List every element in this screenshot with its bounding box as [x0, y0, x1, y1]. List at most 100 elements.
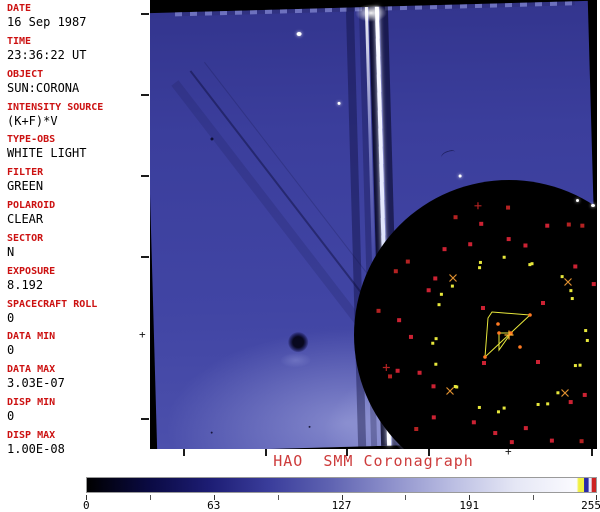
field-value: 3.03E-07: [7, 376, 65, 391]
red-ring-mid-dot: [545, 223, 550, 228]
red-ring-mid-dot: [549, 438, 554, 443]
yellow-ring-dot: [434, 337, 438, 341]
yellow-ring-dot: [556, 391, 560, 395]
intensity-colorbar: [86, 477, 597, 493]
yellow-ring-dot: [437, 303, 441, 307]
red-ring-mid-dot: [479, 221, 484, 226]
red-ring-inner-dot: [506, 237, 511, 242]
field-label: OBJECT: [7, 68, 44, 80]
field-object: OBJECT SUN:CORONA: [0, 68, 148, 101]
red-ring-outer-dot: [580, 223, 585, 228]
colorbar-minor-tick: [149, 495, 151, 500]
colorbar-minor-tick: [533, 495, 535, 500]
yellow-ring-dot: [502, 406, 506, 410]
metadata-sidebar: DATE 16 Sep 1987 TIME 23:36:22 UT OBJECT SUN:…: [0, 0, 148, 462]
polygon-vertex-dot: [497, 331, 501, 335]
colorbar-tick-label: 255: [581, 499, 600, 512]
red-ring-inner-dot: [523, 426, 528, 431]
diagonal-x-marker: [449, 274, 457, 282]
colorbar-tick-label: 63: [207, 499, 221, 512]
yellow-ring-dot: [585, 338, 589, 342]
yellow-ring-dot: [439, 292, 443, 296]
field-exposure: EXPOSURE 8.192: [0, 265, 148, 298]
left-axis-tick: [141, 13, 149, 15]
field-label: DISP MAX: [7, 429, 56, 441]
polygon-vertex-dot: [528, 313, 532, 317]
field-date: DATE 16 Sep 1987: [0, 2, 148, 35]
field-value: 23:36:22 UT: [7, 47, 87, 62]
field-label: DATA MIN: [7, 331, 56, 343]
field-spacecraft-roll: SPACECRAFT ROLL 0: [0, 298, 148, 331]
yellow-ring-dot: [496, 410, 500, 414]
left-axis-tick: [141, 418, 149, 420]
red-ring-outer-plus-marker: [474, 202, 482, 210]
field-label: INTENSITY SOURCE: [7, 101, 104, 113]
field-sector: SECTOR N: [0, 232, 148, 265]
field-value: 0: [7, 343, 15, 358]
colorbar-minor-tick: [277, 495, 279, 500]
yellow-ring-dot: [578, 363, 582, 367]
field-data-max: DATA MAX 3.03E-07: [0, 363, 148, 396]
field-label: DATE: [7, 3, 32, 14]
red-ring-outer-dot: [405, 259, 410, 264]
red-ring-inner-dot: [591, 282, 596, 287]
polygon-vertex-dot: [509, 331, 513, 335]
diagonal-x-marker: [446, 387, 454, 395]
inner-red-dot: [541, 301, 545, 305]
inner-red-dot: [482, 361, 486, 365]
field-value: GREEN: [7, 179, 44, 194]
annotation-overlay: [376, 202, 596, 445]
field-value: 8.192: [7, 277, 44, 292]
field-value: (K+F)*V: [7, 113, 58, 128]
yellow-ring-dot: [450, 284, 454, 288]
field-filter: FILTER GREEN: [0, 166, 148, 199]
colorbar-minor-tick: [405, 495, 407, 500]
field-label: EXPOSURE: [7, 265, 56, 277]
red-ring-mid-dot: [395, 368, 400, 373]
red-ring-inner-dot: [417, 370, 422, 375]
polygon-vertex-dot: [518, 345, 522, 349]
red-ring-outer-plus-marker: [382, 364, 390, 371]
diagonal-x-marker: [561, 389, 569, 397]
field-label: SPACECRAFT ROLL: [7, 298, 98, 310]
colorbar-tick-label: 0: [83, 499, 90, 512]
red-ring-outer-dot: [453, 215, 458, 220]
red-ring-inner-dot: [573, 264, 578, 269]
field-data-min: DATA MIN 0: [0, 330, 148, 363]
field-label: TIME: [7, 35, 32, 47]
yellow-ring-dot: [478, 260, 482, 264]
field-label: DISP MIN: [7, 397, 56, 409]
yellow-ring-dot: [530, 262, 534, 266]
red-ring-inner-dot: [493, 431, 498, 436]
red-ring-inner-dot: [431, 384, 436, 389]
red-ring-inner-dot: [471, 420, 476, 425]
field-intensity-source: INTENSITY SOURCE (K+F)*V: [0, 101, 148, 134]
field-value: CLEAR: [7, 212, 44, 227]
red-ring-mid-dot: [442, 247, 447, 252]
field-value: 0: [7, 310, 15, 325]
yellow-ring-dot: [502, 255, 506, 259]
field-type-obs: TYPE-OBS WHITE LIGHT: [0, 133, 148, 166]
red-ring-outer-dot: [388, 374, 393, 379]
field-value: N: [7, 244, 15, 259]
yellow-ring-dot: [478, 266, 482, 270]
red-ring-outer-dot: [393, 269, 398, 274]
yellow-ring-dot: [477, 405, 481, 409]
red-ring-inner-dot: [568, 400, 573, 405]
red-ring-inner-dot: [468, 242, 473, 247]
yellow-ring-dot: [570, 297, 574, 301]
left-axis-tick: [141, 94, 149, 96]
field-value: 1.00E-08: [7, 441, 65, 456]
red-ring-outer-dot: [566, 222, 571, 227]
red-ring-inner-dot: [426, 288, 431, 293]
yellow-ring-dot: [536, 402, 540, 406]
yellow-ring-dot: [546, 402, 550, 406]
inner-red-dot: [536, 360, 540, 364]
colorbar-tick-label: 191: [459, 499, 480, 512]
polygon-vertex-dot: [496, 322, 500, 326]
yellow-ring-dot: [431, 341, 435, 345]
field-disp-min: DISP MIN 0: [0, 396, 148, 429]
polygon-vertex-dot: [483, 355, 487, 359]
yellow-ring-dot: [560, 275, 564, 279]
field-value: 16 Sep 1987: [7, 15, 87, 29]
